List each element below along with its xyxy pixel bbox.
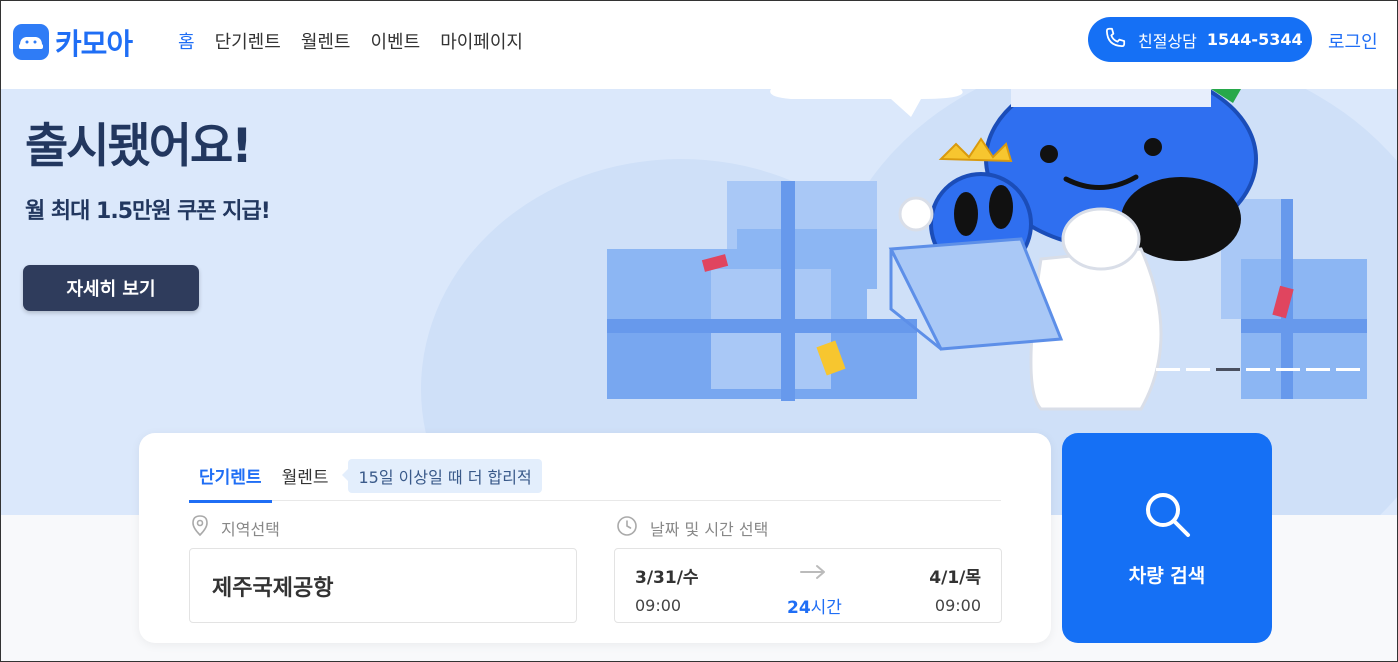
end-datetime: 4/1/목 09:00 [929, 563, 981, 615]
nav-home[interactable]: 홈 [178, 28, 195, 54]
phone-icon [1102, 25, 1128, 55]
car-search-label: 차량 검색 [1128, 564, 1206, 587]
nav-mypage[interactable]: 마이페이지 [440, 28, 523, 54]
arrow-right-icon [799, 563, 827, 585]
end-date: 4/1/목 [929, 568, 981, 588]
clock-icon [616, 515, 638, 541]
call-number: 1544-5344 [1206, 30, 1303, 49]
login-link[interactable]: 로그인 [1328, 28, 1378, 54]
hero-detail-button[interactable]: 자세히 보기 [23, 265, 199, 311]
location-pin-icon [191, 515, 209, 541]
nav-short-rent[interactable]: 단기렌트 [215, 28, 281, 54]
slide-dot[interactable] [1306, 368, 1330, 371]
start-time: 09:00 [635, 596, 682, 615]
logo-text: 카모아 [55, 27, 133, 61]
date-select[interactable]: 3/31/수 09:00 24시간 4/1/목 09:00 [614, 548, 1002, 623]
start-date: 3/31/수 [635, 568, 699, 588]
nav-event[interactable]: 이벤트 [371, 28, 421, 54]
nav-monthly-rent[interactable]: 월렌트 [301, 28, 351, 54]
location-label-row: 지역선택 [191, 515, 280, 541]
slide-dot[interactable] [1156, 368, 1180, 371]
monthly-badge: 15일 이상일 때 더 합리적 [342, 459, 542, 493]
slide-dot[interactable] [1186, 368, 1210, 371]
call-label: 친절상담 [1138, 31, 1197, 51]
duration-hours: 24 [787, 598, 811, 618]
tab-short-rent[interactable]: 단기렌트 [189, 455, 272, 503]
end-time: 09:00 [934, 596, 981, 615]
slide-dot-active[interactable] [1216, 368, 1240, 371]
slide-dot[interactable] [1336, 368, 1360, 371]
rent-type-tabs: 단기렌트 월렌트 15일 이상일 때 더 합리적 [189, 455, 1001, 503]
car-logo-icon [13, 24, 49, 60]
call-button[interactable]: 친절상담 1544-5344 [1088, 17, 1312, 62]
search-card: 단기렌트 월렌트 15일 이상일 때 더 합리적 지역선택 제주국제공항 날짜 … [139, 433, 1051, 643]
tab-monthly-rent[interactable]: 월렌트 [272, 455, 339, 500]
header: 카모아 홈 단기렌트 월렌트 이벤트 마이페이지 친절상담 1544-5344 … [1, 1, 1397, 89]
main-nav: 홈 단기렌트 월렌트 이벤트 마이페이지 [178, 28, 523, 54]
start-datetime: 3/31/수 09:00 [635, 563, 699, 615]
date-label: 날짜 및 시간 선택 [650, 520, 769, 539]
hero-title: 출시됐어요! [25, 119, 253, 174]
slide-indicator [1156, 368, 1360, 371]
slide-dot[interactable] [1276, 368, 1300, 371]
location-select[interactable]: 제주국제공항 [189, 548, 577, 623]
duration-unit: 시간 [810, 598, 842, 618]
location-label: 지역선택 [221, 520, 280, 539]
hero-subtitle: 월 최대 1.5만원 쿠폰 지급! [25, 199, 271, 224]
car-search-button[interactable]: 차량 검색 [1062, 433, 1272, 643]
date-label-row: 날짜 및 시간 선택 [616, 515, 768, 541]
rental-duration: 24시간 [787, 593, 842, 618]
search-icon [1142, 489, 1192, 543]
logo[interactable]: 카모아 [13, 21, 133, 63]
slide-dot[interactable] [1246, 368, 1270, 371]
